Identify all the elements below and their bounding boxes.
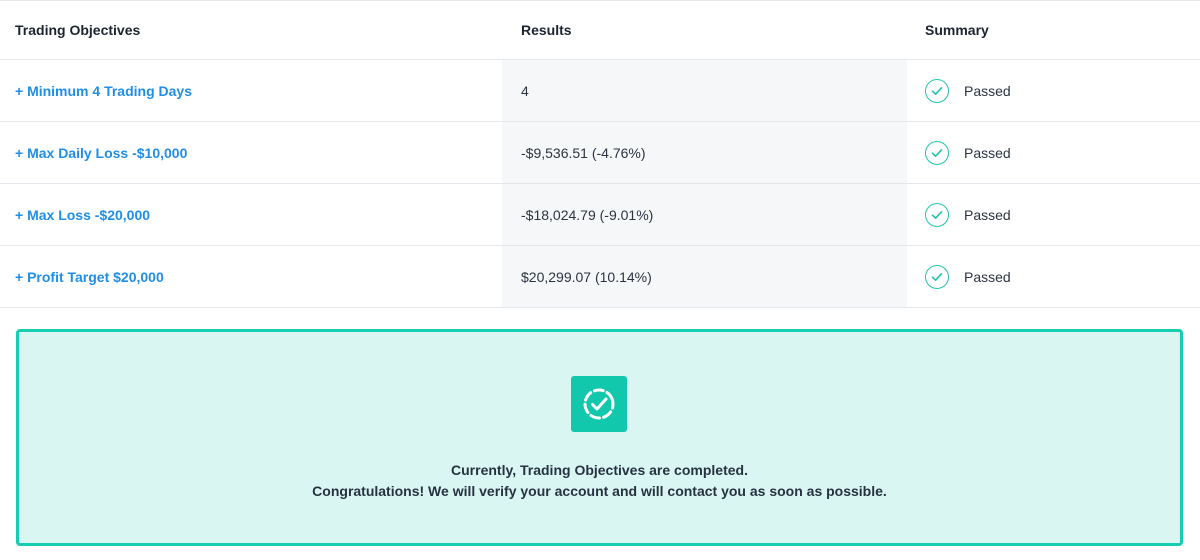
- banner-message: Currently, Trading Objectives are comple…: [19, 460, 1180, 502]
- status-badge: Passed: [925, 78, 1011, 103]
- objectives-completed-banner: Currently, Trading Objectives are comple…: [16, 329, 1183, 546]
- status-label: Passed: [964, 144, 1011, 161]
- result-value: 4: [521, 82, 529, 99]
- result-cell: -$18,024.79 (-9.01%): [502, 184, 907, 245]
- objective-min-trading-days-link[interactable]: + Minimum 4 Trading Days: [15, 83, 192, 99]
- check-circle-icon: [925, 264, 949, 289]
- objective-max-daily-loss-link[interactable]: + Max Daily Loss -$10,000: [15, 145, 187, 161]
- result-cell: $20,299.07 (10.14%): [502, 246, 907, 307]
- result-cell: -$9,536.51 (-4.76%): [502, 122, 907, 183]
- header-summary: Summary: [925, 22, 989, 38]
- status-label: Passed: [964, 268, 1011, 285]
- banner-message-line-2: Congratulations! We will verify your acc…: [312, 483, 887, 499]
- status-label: Passed: [964, 82, 1011, 99]
- status-badge: Passed: [925, 264, 1011, 289]
- result-value: $20,299.07 (10.14%): [521, 268, 652, 285]
- summary-cell: Passed: [907, 246, 1200, 307]
- banner-message-line-1: Currently, Trading Objectives are comple…: [451, 462, 748, 478]
- objective-cell: + Profit Target $20,000: [0, 246, 502, 307]
- objective-cell: + Max Loss -$20,000: [0, 184, 502, 245]
- check-circle-icon: [925, 140, 949, 165]
- result-value: -$18,024.79 (-9.01%): [521, 206, 654, 223]
- summary-cell: Passed: [907, 184, 1200, 245]
- dashed-circle-check-icon: [571, 376, 627, 432]
- table-header-row: Trading Objectives Results Summary: [0, 1, 1200, 60]
- objective-cell: + Minimum 4 Trading Days: [0, 60, 502, 121]
- objective-cell: + Max Daily Loss -$10,000: [0, 122, 502, 183]
- check-circle-icon: [925, 202, 949, 227]
- summary-cell: Passed: [907, 122, 1200, 183]
- table-row: + Max Daily Loss -$10,000 -$9,536.51 (-4…: [0, 122, 1200, 184]
- result-cell: 4: [502, 60, 907, 121]
- trading-objectives-table: Trading Objectives Results Summary + Min…: [0, 0, 1200, 308]
- objective-profit-target-link[interactable]: + Profit Target $20,000: [15, 269, 164, 285]
- summary-cell: Passed: [907, 60, 1200, 121]
- status-badge: Passed: [925, 140, 1011, 165]
- table-row: + Max Loss -$20,000 -$18,024.79 (-9.01%)…: [0, 184, 1200, 246]
- objective-max-loss-link[interactable]: + Max Loss -$20,000: [15, 207, 150, 223]
- table-row: + Profit Target $20,000 $20,299.07 (10.1…: [0, 246, 1200, 308]
- result-value: -$9,536.51 (-4.76%): [521, 144, 646, 161]
- status-badge: Passed: [925, 202, 1011, 227]
- header-trading-objectives: Trading Objectives: [15, 22, 141, 38]
- check-circle-icon: [925, 78, 949, 103]
- header-results: Results: [521, 22, 572, 38]
- status-label: Passed: [964, 206, 1011, 223]
- table-row: + Minimum 4 Trading Days 4 Passed: [0, 60, 1200, 122]
